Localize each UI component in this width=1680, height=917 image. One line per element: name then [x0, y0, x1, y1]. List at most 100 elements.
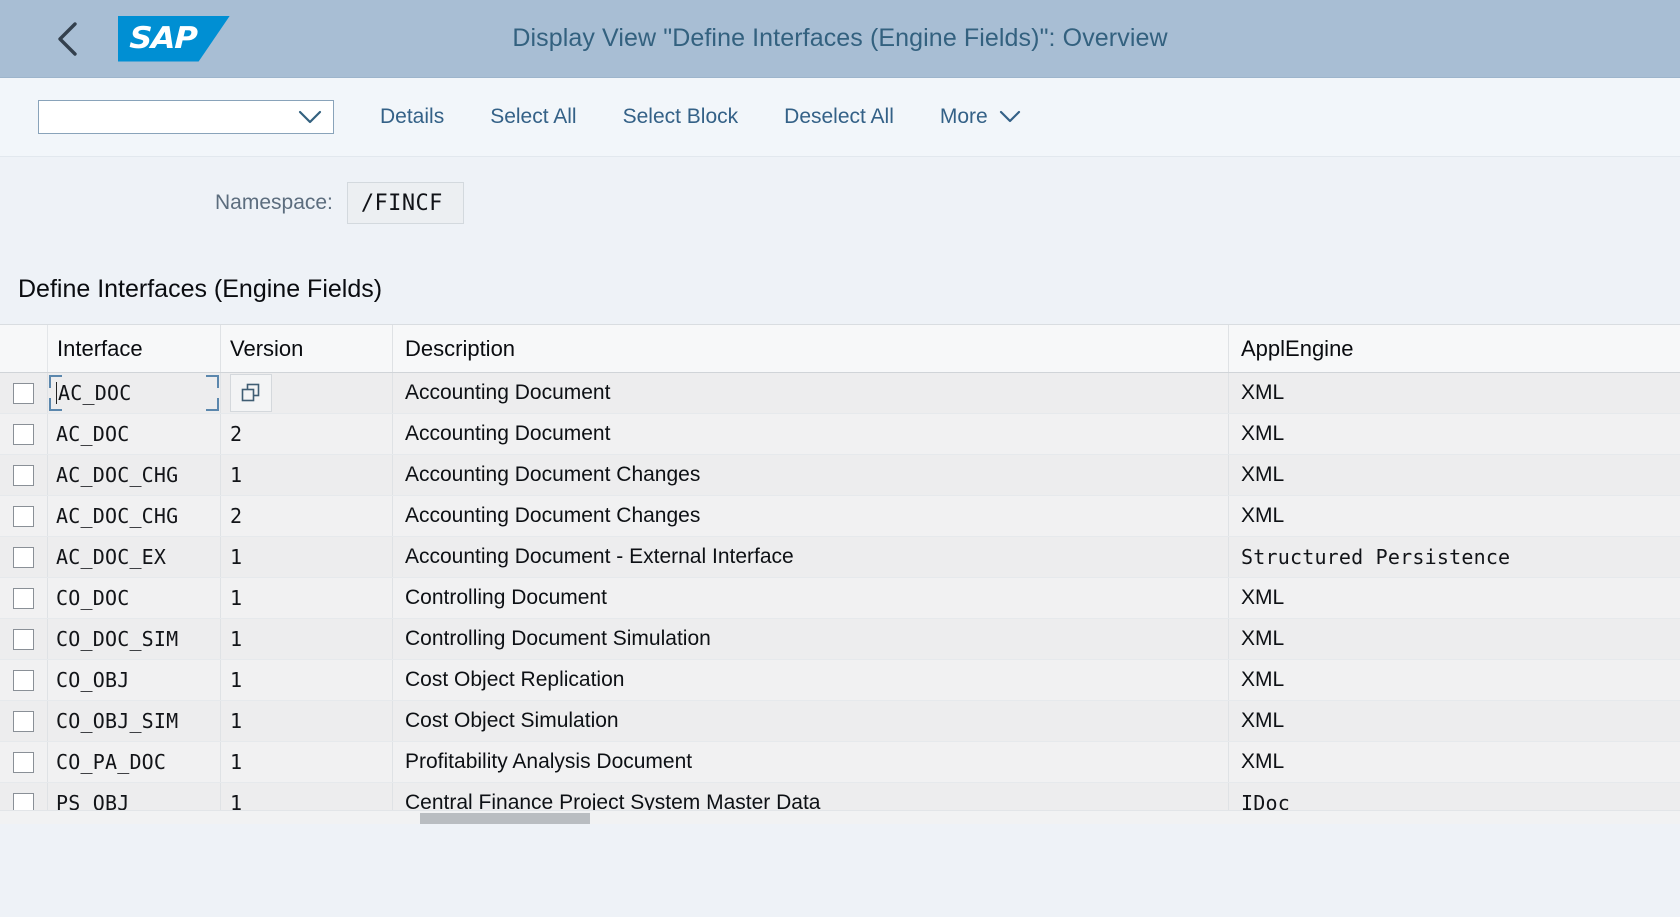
- cell-interface[interactable]: CO_DOC: [48, 578, 221, 618]
- horizontal-scrollbar[interactable]: [0, 810, 1680, 824]
- back-button[interactable]: [40, 11, 96, 67]
- row-checkbox[interactable]: [13, 505, 34, 527]
- table-row[interactable]: CO_DOC 1 Controlling Document XML: [0, 578, 1680, 619]
- cell-version[interactable]: 1: [221, 537, 393, 577]
- cell-description[interactable]: Accounting Document - External Interface: [393, 537, 1229, 577]
- cell-interface[interactable]: CO_PA_DOC: [48, 742, 221, 782]
- cell-description[interactable]: Controlling Document Simulation: [393, 619, 1229, 659]
- details-button[interactable]: Details: [380, 99, 444, 135]
- cell-version[interactable]: [221, 373, 393, 413]
- column-header-applengine[interactable]: ApplEngine: [1229, 325, 1680, 372]
- cell-version[interactable]: 1: [221, 660, 393, 700]
- row-checkbox[interactable]: [13, 710, 34, 732]
- cell-version[interactable]: 1: [221, 701, 393, 741]
- section-title: Define Interfaces (Engine Fields): [18, 275, 383, 303]
- cell-description[interactable]: Controlling Document: [393, 578, 1229, 618]
- table-row[interactable]: CO_OBJ 1 Cost Object Replication XML: [0, 660, 1680, 701]
- cell-applengine[interactable]: XML: [1229, 578, 1680, 618]
- cell-description[interactable]: Profitability Analysis Document: [393, 742, 1229, 782]
- row-checkbox[interactable]: [13, 423, 34, 445]
- column-header-version[interactable]: Version: [221, 325, 393, 372]
- cell-applengine[interactable]: XML: [1229, 455, 1680, 495]
- sap-logo[interactable]: SAP: [118, 15, 230, 62]
- cell-description[interactable]: Accounting Document Changes: [393, 496, 1229, 536]
- table-container: Interface Version Description ApplEngine…: [0, 324, 1680, 824]
- cell-interface[interactable]: CO_OBJ_SIM: [48, 701, 221, 741]
- cell-description[interactable]: Accounting Document Changes: [393, 455, 1229, 495]
- details-button-label: Details: [380, 105, 445, 128]
- row-checkbox[interactable]: [13, 587, 34, 609]
- cell-applengine[interactable]: XML: [1229, 742, 1680, 782]
- column-header-interface[interactable]: Interface: [48, 325, 221, 372]
- cell-interface-text: CO_OBJ: [56, 668, 130, 692]
- table-row[interactable]: CO_OBJ_SIM 1 Cost Object Simulation XML: [0, 701, 1680, 742]
- more-button[interactable]: More: [940, 99, 1021, 135]
- cell-version[interactable]: 1: [221, 455, 393, 495]
- cell-applengine[interactable]: XML: [1229, 701, 1680, 741]
- deselect-all-button[interactable]: Deselect All: [784, 99, 894, 135]
- more-button-label: More: [939, 105, 988, 128]
- cell-applengine[interactable]: XML: [1229, 496, 1680, 536]
- view-select[interactable]: [38, 100, 334, 134]
- row-checkbox[interactable]: [13, 464, 34, 486]
- table-row[interactable]: CO_PA_DOC 1 Profitability Analysis Documen…: [0, 742, 1680, 783]
- cell-interface[interactable]: AC_DOC_CHG: [48, 455, 221, 495]
- table-row[interactable]: AC_DOC 2 Accounting Document XML: [0, 414, 1680, 455]
- cell-version-text: 1: [230, 627, 243, 651]
- copy-icon[interactable]: [230, 374, 272, 412]
- cell-interface[interactable]: CO_DOC_SIM: [48, 619, 221, 659]
- select-block-button[interactable]: Select Block: [623, 99, 739, 135]
- cell-version[interactable]: 1: [221, 578, 393, 618]
- cell-description[interactable]: Accounting Document: [393, 414, 1229, 454]
- column-header-description[interactable]: Description: [393, 325, 1229, 372]
- cell-version-text: 1: [230, 545, 243, 569]
- page-title: Display View "Define Interfaces (Engine …: [512, 24, 1168, 52]
- cell-interface-text: AC_DOC: [56, 422, 130, 446]
- cell-interface[interactable]: AC_DOC: [48, 414, 221, 454]
- table-row[interactable]: AC_DOC_CHG 2 Accounting Document Changes XM…: [0, 496, 1680, 537]
- cell-description[interactable]: Accounting Document: [393, 373, 1229, 413]
- chevron-down-icon: [999, 105, 1021, 129]
- horizontal-scrollbar-thumb[interactable]: [420, 813, 590, 824]
- row-checkbox-cell: [0, 496, 48, 536]
- cell-version[interactable]: 1: [221, 742, 393, 782]
- select-all-button[interactable]: Select All: [490, 99, 576, 135]
- cell-interface-text: CO_DOC_SIM: [56, 627, 179, 651]
- cell-interface[interactable]: CO_OBJ: [48, 660, 221, 700]
- focus-bracket: [206, 398, 219, 411]
- app-header: SAP Display View "Define Interfaces (Eng…: [0, 0, 1680, 78]
- cell-interface-text: AC_DOC_CHG: [56, 504, 179, 528]
- cell-version[interactable]: 1: [221, 619, 393, 659]
- select-all-header-cell: [0, 325, 48, 372]
- cell-interface[interactable]: AC_DOC_EX: [48, 537, 221, 577]
- cell-applengine[interactable]: XML: [1229, 660, 1680, 700]
- cell-applengine[interactable]: Structured Persistence: [1229, 537, 1680, 577]
- cell-description[interactable]: Cost Object Replication: [393, 660, 1229, 700]
- cell-applengine[interactable]: XML: [1229, 619, 1680, 659]
- cell-interface[interactable]: AC_DOC_CHG: [48, 496, 221, 536]
- row-checkbox[interactable]: [13, 751, 34, 773]
- toolbar: Details Select All Select Block Deselect…: [0, 78, 1680, 157]
- cell-description[interactable]: Cost Object Simulation: [393, 701, 1229, 741]
- cell-interface[interactable]: AC_DOC: [48, 373, 221, 413]
- row-checkbox-cell: [0, 455, 48, 495]
- cell-applengine[interactable]: XML: [1229, 373, 1680, 413]
- chevron-down-icon: [298, 110, 322, 124]
- table-row[interactable]: AC_DOC_EX 1 Accounting Document - External…: [0, 537, 1680, 578]
- row-checkbox[interactable]: [13, 546, 34, 568]
- sap-logo-text: SAP: [128, 21, 198, 56]
- table-row[interactable]: CO_DOC_SIM 1 Controlling Document Simulati…: [0, 619, 1680, 660]
- cell-applengine[interactable]: XML: [1229, 414, 1680, 454]
- table-row[interactable]: AC_DOC_CHG 1 Accounting Document Changes XM…: [0, 455, 1680, 496]
- cell-version-text: 2: [230, 422, 243, 446]
- cell-version-text: 1: [230, 668, 243, 692]
- row-checkbox[interactable]: [13, 382, 34, 404]
- focus-bracket: [49, 375, 62, 388]
- row-checkbox[interactable]: [13, 669, 34, 691]
- cell-version[interactable]: 2: [221, 496, 393, 536]
- cell-interface-text: AC_DOC_EX: [56, 545, 167, 569]
- row-checkbox[interactable]: [13, 628, 34, 650]
- cell-version[interactable]: 2: [221, 414, 393, 454]
- table-row[interactable]: AC_DOC Accounting Document XML: [0, 373, 1680, 414]
- table-body: AC_DOC Accounting Document XML AC_DOC 2 Accou…: [0, 373, 1680, 824]
